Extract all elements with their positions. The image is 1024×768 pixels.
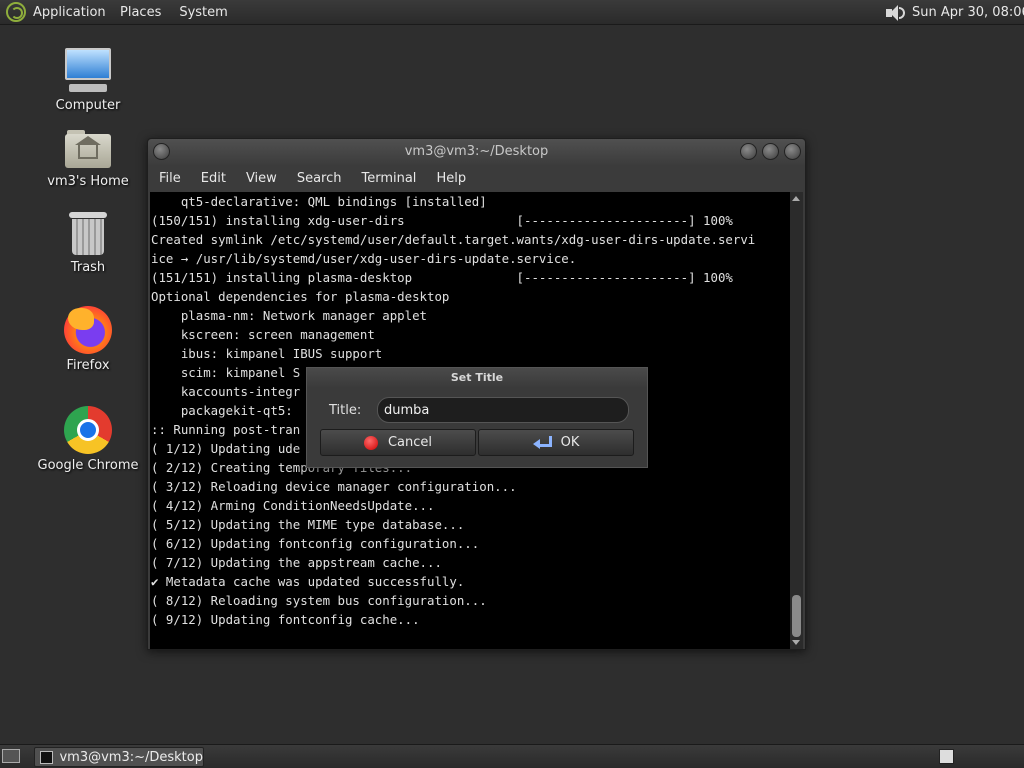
cancel-icon xyxy=(363,435,378,450)
firefox-icon xyxy=(64,306,112,354)
title-field-label: Title: xyxy=(329,403,362,418)
ok-button-label: OK xyxy=(560,435,580,450)
terminal-line: ✔ Metadata cache was updated successfull… xyxy=(151,574,465,589)
maximize-button[interactable] xyxy=(762,143,779,160)
desktop-icon-home[interactable]: vm3's Home xyxy=(33,128,143,189)
desktop-icon-firefox[interactable]: Firefox xyxy=(33,306,143,373)
terminal-line: ( 4/12) Arming ConditionNeedsUpdate... xyxy=(151,498,435,513)
cancel-button[interactable]: Cancel xyxy=(320,429,476,456)
desktop-icon-trash[interactable]: Trash xyxy=(33,210,143,275)
desktop-icon-computer[interactable]: Computer xyxy=(33,46,143,113)
terminal-line: ice → /usr/lib/systemd/user/xdg-user-dir… xyxy=(151,251,577,266)
computer-icon xyxy=(63,46,113,94)
terminal-line: ( 8/12) Reloading system bus configurati… xyxy=(151,593,487,608)
title-input[interactable] xyxy=(377,397,629,423)
volume-icon[interactable] xyxy=(884,4,906,22)
menu-search[interactable]: Search xyxy=(291,171,348,186)
menu-file[interactable]: File xyxy=(153,171,187,186)
cancel-button-label: Cancel xyxy=(387,435,433,450)
desktop-icon-chrome[interactable]: Google Chrome xyxy=(33,406,143,473)
top-panel: Applications Places System Sun Apr 30, 0… xyxy=(0,0,1024,25)
desktop-icon-label: Computer xyxy=(55,98,121,113)
terminal-line: qt5-declarative: QML bindings [installed… xyxy=(151,194,487,209)
terminal-line: kscreen: screen management xyxy=(151,327,375,342)
desktop-icon-label: Firefox xyxy=(66,358,110,373)
terminal-line: (151/151) installing plasma-desktop [---… xyxy=(151,270,733,285)
system-menu[interactable]: System xyxy=(179,5,227,20)
enter-arrow-icon xyxy=(532,435,552,450)
terminal-line: ( 3/12) Reloading device manager configu… xyxy=(151,479,517,494)
menu-help[interactable]: Help xyxy=(430,171,472,186)
terminal-line: (150/151) installing xdg-user-dirs [----… xyxy=(151,213,733,228)
workspace-switcher-icon[interactable] xyxy=(939,749,954,764)
taskbar-window-button[interactable]: vm3@vm3:~/Desktop xyxy=(34,747,204,767)
menu-view[interactable]: View xyxy=(240,171,283,186)
trash-icon xyxy=(69,210,107,256)
close-button[interactable] xyxy=(784,143,801,160)
terminal-line: plasma-nm: Network manager applet xyxy=(151,308,428,323)
terminal-line: Optional dependencies for plasma-desktop xyxy=(151,289,450,304)
bottom-taskbar: vm3@vm3:~/Desktop xyxy=(0,744,1024,768)
chrome-icon xyxy=(64,406,112,454)
panel-tray: Sun Apr 30, 08:06 xyxy=(884,0,1024,25)
terminal-line: ( 6/12) Updating fontconfig configuratio… xyxy=(151,536,480,551)
ok-button[interactable]: OK xyxy=(478,429,634,456)
terminal-scrollbar[interactable] xyxy=(790,192,803,649)
terminal-icon xyxy=(40,750,54,764)
dialog-title: Set Title xyxy=(307,368,647,388)
terminal-line: ( 9/12) Updating fontconfig cache... xyxy=(151,612,420,627)
terminal-line: Created symlink /etc/systemd/user/defaul… xyxy=(151,232,756,247)
terminal-menubar: File Edit View Search Terminal Help xyxy=(148,165,805,192)
taskbar-window-label: vm3@vm3:~/Desktop xyxy=(59,749,203,765)
minimize-button[interactable] xyxy=(740,143,757,160)
distro-logo-icon[interactable] xyxy=(6,2,26,22)
scroll-up-arrow-icon[interactable] xyxy=(792,196,800,201)
window-titlebar[interactable]: vm3@vm3:~/Desktop xyxy=(148,139,805,165)
window-title: vm3@vm3:~/Desktop xyxy=(404,144,549,159)
scroll-down-arrow-icon[interactable] xyxy=(792,640,800,645)
terminal-line: ( 7/12) Updating the appstream cache... xyxy=(151,555,442,570)
desktop-icon-label: Trash xyxy=(70,260,106,275)
menu-terminal[interactable]: Terminal xyxy=(355,171,422,186)
terminal-line: ibus: kimpanel IBUS support xyxy=(151,346,383,361)
menu-edit[interactable]: Edit xyxy=(195,171,232,186)
places-menu[interactable]: Places xyxy=(120,5,161,20)
set-title-dialog[interactable]: Set Title Title: Cancel OK xyxy=(306,367,648,468)
desktop-icon-label: Google Chrome xyxy=(37,458,139,473)
home-folder-icon xyxy=(65,128,111,170)
show-desktop-icon[interactable] xyxy=(2,749,20,763)
terminal-line: ( 5/12) Updating the MIME type database.… xyxy=(151,517,465,532)
panel-clock[interactable]: Sun Apr 30, 08:06 xyxy=(912,5,1024,20)
desktop-icon-label: vm3's Home xyxy=(47,174,129,189)
scrollbar-thumb[interactable] xyxy=(792,595,801,637)
applications-menu[interactable]: Applications xyxy=(33,5,105,20)
